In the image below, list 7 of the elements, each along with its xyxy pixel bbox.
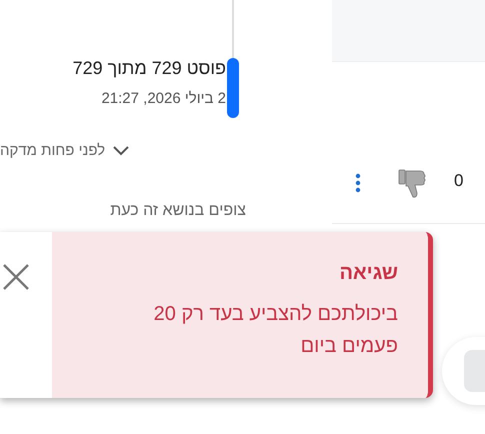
recent-label: לפני פחות מדקה bbox=[0, 141, 106, 161]
toast-title: שגיאה bbox=[338, 261, 398, 286]
toast-message: ביכולתכם להצביע בעד רק 20 פעמים ביום bbox=[152, 302, 398, 359]
watchers-label: צופים בנושא זה כעת bbox=[110, 202, 246, 218]
post-date: 2 ביולי 2026, 21:27 bbox=[101, 89, 226, 109]
dislike-count: 0 bbox=[454, 170, 464, 192]
post-position-label: פוסט 729 מתוך 729 bbox=[72, 58, 226, 80]
